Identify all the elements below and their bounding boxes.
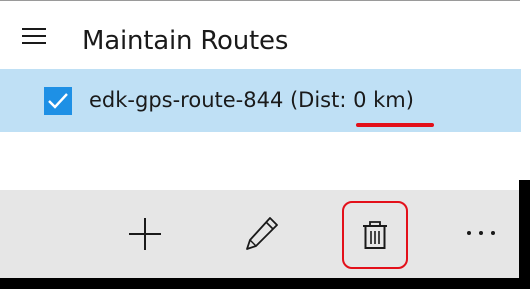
checkmark-icon (48, 93, 68, 109)
edit-pencil-icon (246, 217, 278, 250)
route-checkbox[interactable] (44, 87, 72, 115)
more-options-icon[interactable] (464, 222, 504, 242)
bottom-edge (0, 278, 530, 289)
menu-line (22, 42, 46, 44)
delete-route-button[interactable] (342, 201, 408, 268)
more-dot (479, 231, 483, 235)
delete-trash-icon (363, 221, 387, 249)
more-dot (467, 231, 471, 235)
top-divider (0, 0, 520, 1)
more-dot (491, 231, 495, 235)
route-list-item[interactable]: edk-gps-route-844 (Dist: 0 km) (0, 69, 521, 132)
page-title: Maintain Routes (82, 26, 289, 56)
menu-line (22, 35, 46, 37)
hamburger-menu-icon[interactable] (22, 28, 48, 46)
add-icon (129, 218, 161, 250)
route-label: edk-gps-route-844 (Dist: 0 km) (89, 88, 414, 112)
window-edge (519, 180, 530, 289)
annotation-underline (356, 123, 434, 127)
menu-line (22, 28, 46, 30)
add-route-button[interactable] (125, 214, 165, 254)
edit-route-button[interactable] (243, 214, 281, 254)
